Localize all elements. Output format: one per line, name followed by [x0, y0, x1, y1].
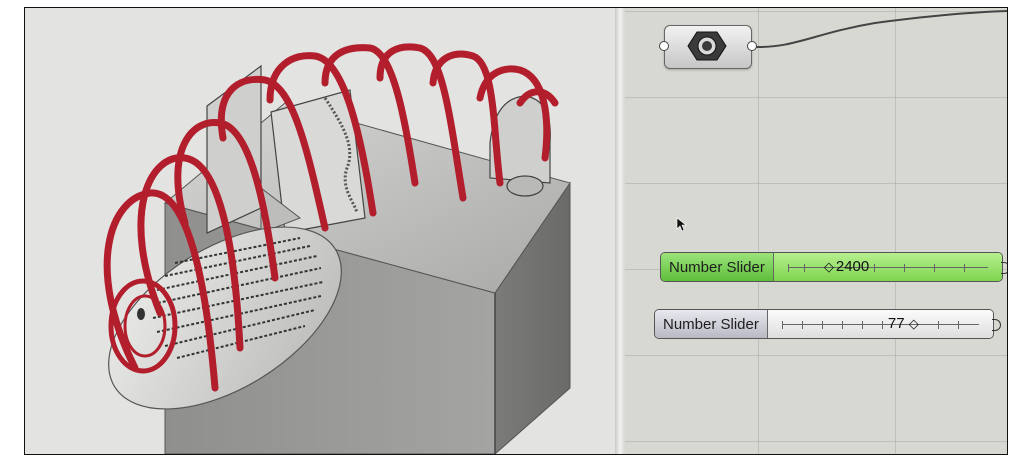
slider-rail: [781, 324, 979, 325]
3d-model-render: [103, 43, 571, 454]
mouse-pointer-icon: [676, 217, 687, 232]
slider-label: Number Slider: [655, 310, 768, 338]
rhino-viewport[interactable]: [25, 8, 623, 454]
output-port[interactable]: [747, 41, 757, 51]
slider-rail: [787, 267, 988, 268]
number-slider-77[interactable]: Number Slider 77 ◇: [654, 309, 1001, 339]
slider-grip-icon[interactable]: ◇: [824, 259, 834, 274]
pane-divider[interactable]: [615, 8, 625, 454]
slider-grip-icon[interactable]: ◇: [909, 316, 919, 331]
slider-label: Number Slider: [661, 253, 774, 281]
slider-track[interactable]: ◇ 2400: [773, 253, 1002, 281]
slider-value[interactable]: 77 ◇: [888, 315, 921, 332]
slider-track[interactable]: 77 ◇: [767, 310, 993, 338]
output-port[interactable]: [1001, 262, 1007, 274]
number-slider-2400[interactable]: Number Slider ◇ 2400: [660, 252, 1007, 282]
geometry-param-component[interactable]: [659, 25, 757, 69]
gear-icon: [687, 31, 727, 61]
slider-value[interactable]: ◇ 2400: [824, 258, 869, 275]
app-window: Number Slider ◇ 2400 Number Slider 77 ◇: [24, 7, 1008, 455]
input-port[interactable]: [659, 41, 669, 51]
grasshopper-canvas[interactable]: Number Slider ◇ 2400 Number Slider 77 ◇: [625, 8, 1007, 454]
